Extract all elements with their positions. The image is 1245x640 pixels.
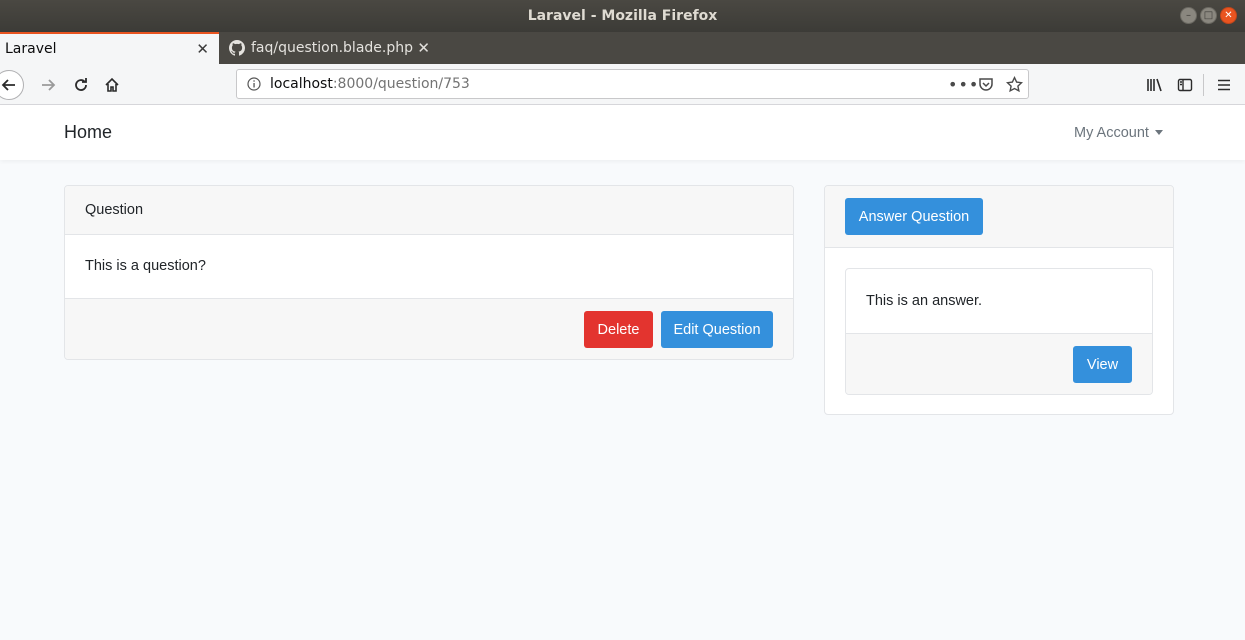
tab-label: faq/question.blade.php xyxy=(251,40,413,56)
bookmark-star-icon[interactable] xyxy=(1006,70,1023,98)
question-card-footer: Delete Edit Question xyxy=(65,298,793,359)
home-button[interactable] xyxy=(101,64,123,105)
maximize-icon: □ xyxy=(1203,9,1214,21)
question-card-title: Question xyxy=(85,202,144,218)
library-icon xyxy=(1146,78,1162,91)
forward-icon xyxy=(42,78,56,91)
tab-label: Laravel xyxy=(5,41,57,57)
window-controls: – □ ✕ xyxy=(1180,7,1237,24)
site-navbar: Home My Account xyxy=(0,105,1245,160)
pocket-icon[interactable] xyxy=(978,70,994,98)
answers-panel: Answer Question This is an answer. View xyxy=(824,185,1174,415)
info-icon[interactable] xyxy=(247,77,261,91)
toolbar-divider xyxy=(1203,74,1204,96)
browser-toolbar: localhost:8000/question/753 ••• xyxy=(0,64,1245,105)
tab-close-icon[interactable]: ✕ xyxy=(417,39,430,57)
url-text[interactable]: localhost:8000/question/753 xyxy=(270,76,470,92)
brand-link[interactable]: Home xyxy=(64,122,112,143)
question-card: Question This is a question? Delete Edit… xyxy=(64,185,794,360)
back-button[interactable] xyxy=(0,64,32,105)
my-account-dropdown[interactable]: My Account xyxy=(1074,125,1163,141)
window-title: Laravel - Mozilla Firefox xyxy=(527,8,718,24)
maximize-button[interactable]: □ xyxy=(1200,7,1217,24)
window-titlebar: Laravel - Mozilla Firefox – □ ✕ xyxy=(0,0,1245,32)
forward-button[interactable] xyxy=(36,64,60,105)
answer-card: This is an answer. View xyxy=(845,268,1153,395)
delete-button[interactable]: Delete xyxy=(584,311,653,348)
home-icon xyxy=(105,77,119,92)
answer-question-button[interactable]: Answer Question xyxy=(845,198,983,235)
reload-button[interactable] xyxy=(70,64,92,105)
url-host: localhost xyxy=(270,76,333,92)
close-icon: ✕ xyxy=(1224,9,1233,21)
menu-button[interactable] xyxy=(1215,64,1233,105)
library-button[interactable] xyxy=(1144,64,1164,105)
tab-strip: Laravel ✕ faq/question.blade.php ✕ + xyxy=(0,32,1245,92)
account-label: My Account xyxy=(1074,125,1149,141)
answer-card-footer: View xyxy=(846,333,1152,394)
question-card-header: Question xyxy=(65,186,793,235)
tab-laravel[interactable]: Laravel ✕ xyxy=(0,32,219,64)
caret-down-icon xyxy=(1154,130,1163,135)
page-actions-icon[interactable]: ••• xyxy=(948,70,979,98)
answers-panel-header: Answer Question xyxy=(825,186,1173,248)
view-answer-button[interactable]: View xyxy=(1073,346,1132,383)
hamburger-icon xyxy=(1218,79,1230,90)
reload-icon xyxy=(75,77,87,91)
tab-close-icon[interactable]: ✕ xyxy=(196,40,209,58)
close-window-button[interactable]: ✕ xyxy=(1220,7,1237,24)
back-icon xyxy=(0,69,24,100)
github-icon xyxy=(229,40,245,56)
answer-card-body: This is an answer. xyxy=(846,269,1152,333)
minimize-icon: – xyxy=(1186,9,1191,21)
answer-text: This is an answer. xyxy=(866,293,983,309)
minimize-button[interactable]: – xyxy=(1180,7,1197,24)
question-text: This is a question? xyxy=(85,258,206,274)
sidebar-toggle-button[interactable] xyxy=(1176,64,1194,105)
url-path: :8000/question/753 xyxy=(332,76,470,92)
sidebar-icon xyxy=(1177,78,1193,91)
edit-question-button[interactable]: Edit Question xyxy=(661,311,773,348)
address-bar[interactable]: localhost:8000/question/753 ••• xyxy=(236,69,1029,99)
tab-github[interactable]: faq/question.blade.php ✕ xyxy=(219,32,440,64)
question-card-body: This is a question? xyxy=(65,235,793,298)
